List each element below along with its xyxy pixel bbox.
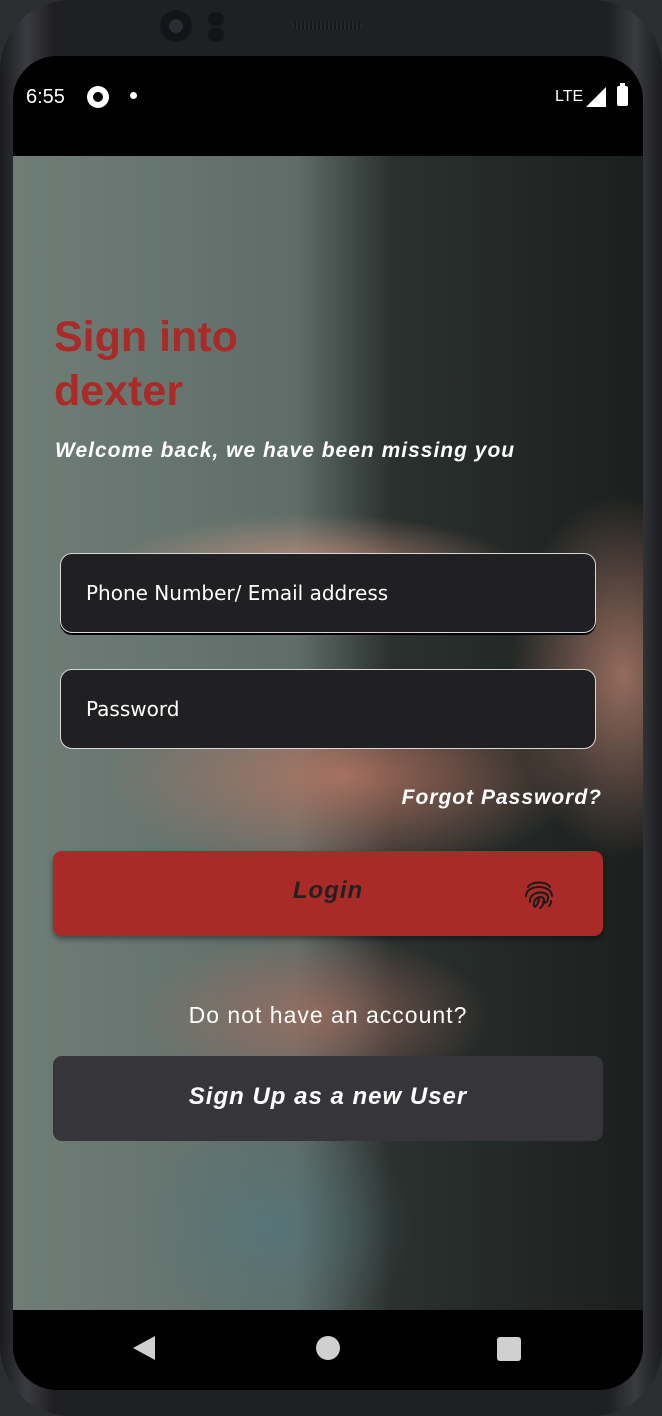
dot-icon: [130, 92, 137, 99]
password-input[interactable]: Password: [60, 669, 596, 749]
phone-email-placeholder: Phone Number/ Email address: [86, 581, 389, 605]
device-frame: 6:55 LTE Sign into dexter Welcome back, …: [0, 0, 662, 1416]
fingerprint-icon[interactable]: [521, 876, 557, 912]
login-button[interactable]: Login: [53, 851, 603, 936]
front-camera: [160, 10, 192, 42]
no-account-text: Do not have an account?: [188, 1002, 468, 1028]
status-bar: 6:55 LTE: [13, 56, 643, 156]
page-title: Sign into dexter: [54, 313, 238, 415]
phone-screen: 6:55 LTE Sign into dexter Welcome back, …: [13, 56, 643, 1390]
sensor: [208, 12, 224, 26]
signup-button[interactable]: Sign Up as a new User: [53, 1056, 603, 1141]
home-icon[interactable]: [316, 1336, 340, 1360]
whatsapp-icon: [87, 86, 109, 108]
password-placeholder: Password: [86, 697, 180, 721]
signup-button-label: Sign Up as a new User: [188, 1083, 468, 1110]
login-screen: Sign into dexter Welcome back, we have b…: [13, 156, 643, 1310]
signal-icon: [586, 87, 606, 107]
forgot-password-link[interactable]: Forgot Password?: [402, 786, 602, 810]
network-type: LTE: [555, 88, 584, 105]
sensor: [208, 28, 224, 42]
navigation-bar: [13, 1310, 643, 1390]
back-icon[interactable]: [133, 1336, 155, 1360]
status-time: 6:55: [26, 86, 65, 108]
recents-icon[interactable]: [497, 1337, 521, 1361]
phone-email-input[interactable]: Phone Number/ Email address: [60, 553, 596, 633]
earpiece-speaker: [292, 21, 362, 30]
welcome-subtitle: Welcome back, we have been missing you: [55, 439, 516, 462]
battery-icon: [617, 83, 628, 106]
